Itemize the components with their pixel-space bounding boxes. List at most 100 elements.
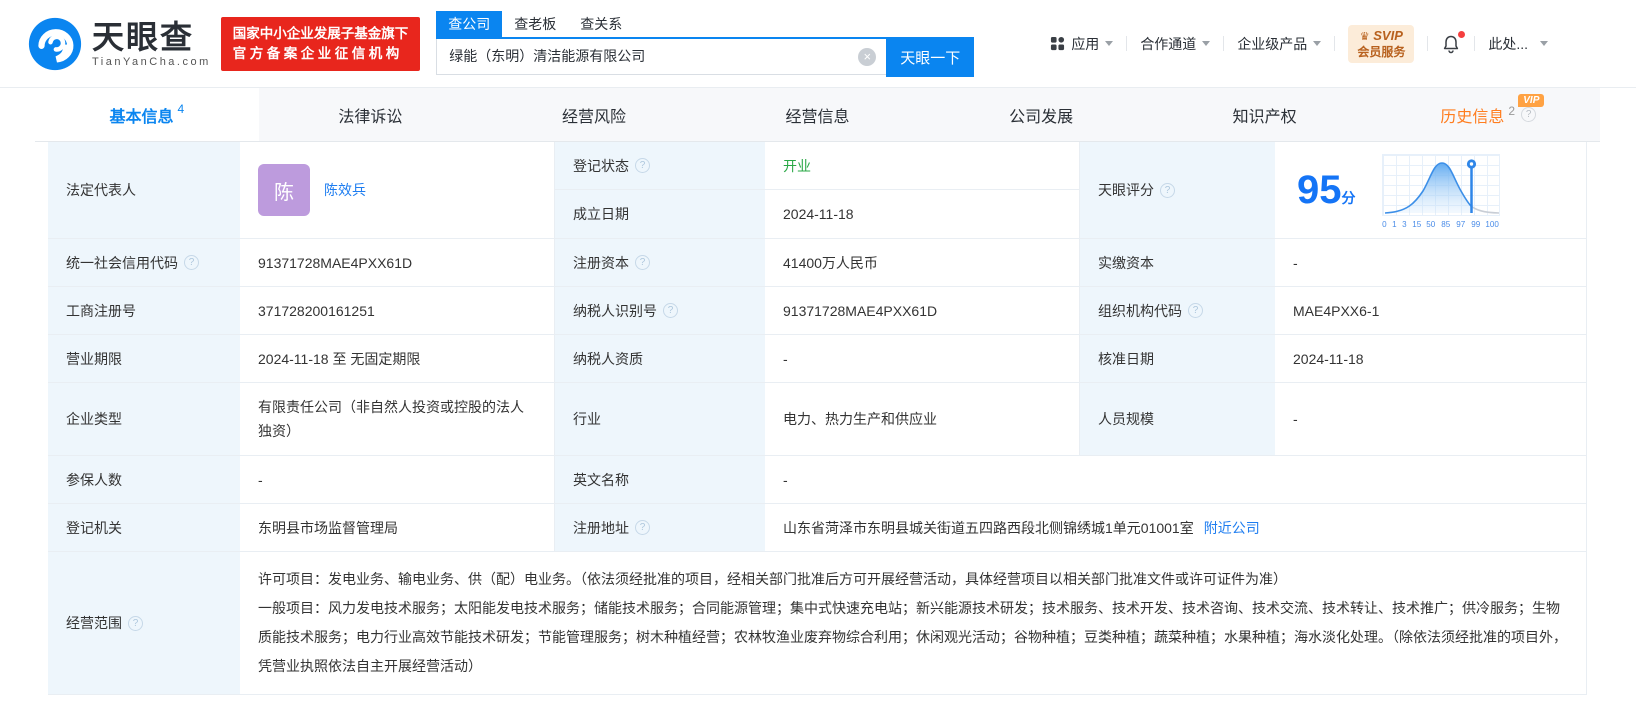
menu-divider	[1334, 36, 1336, 51]
field-label-business-term: 营业期限	[48, 335, 240, 383]
search-tab-company[interactable]: 查公司	[436, 10, 503, 37]
field-value-establishment-date: 2024-11-18	[765, 190, 1080, 239]
field-value-tianyan-score: 95分 0 1 3 15 50 85 97 99 100	[1275, 142, 1586, 239]
field-label-legal-representative: 法定代表人	[48, 142, 240, 239]
field-label-registration-status: 登记状态	[555, 142, 765, 190]
menu-enterprise-products[interactable]: 企业级产品	[1237, 34, 1322, 54]
chevron-down-icon	[1540, 41, 1548, 46]
notification-dot	[1458, 30, 1466, 38]
help-icon[interactable]	[1160, 182, 1175, 198]
section-tabs: 基本信息 4 法律诉讼 经营风险 经营信息 公司发展 知识产权 VIP 历史信息 …	[35, 88, 1600, 142]
tab-operational-risk[interactable]: 经营风险	[482, 88, 706, 141]
help-icon[interactable]	[1521, 107, 1537, 122]
chevron-down-icon	[1313, 41, 1322, 46]
field-value-insured-count: -	[240, 456, 555, 504]
field-label-insured-count: 参保人数	[48, 456, 240, 504]
menu-cooperation[interactable]: 合作通道	[1140, 34, 1211, 54]
score-chart-axis: 0 1 3 15 50 85 97 99 100	[1381, 218, 1500, 229]
menu-divider	[1223, 36, 1225, 51]
apps-grid-icon	[1050, 36, 1065, 51]
field-value-approval-date: 2024-11-18	[1275, 335, 1586, 383]
field-value-english-name: -	[765, 456, 1586, 504]
legal-rep-avatar[interactable]: 陈	[258, 164, 310, 216]
field-label-registration-number: 工商注册号	[48, 287, 240, 335]
search-block: 查公司 查老板 查关系 × 天眼一下	[436, 10, 975, 77]
search-tab-boss[interactable]: 查老板	[502, 11, 568, 37]
help-icon[interactable]	[1188, 303, 1203, 318]
field-value-registration-authority: 东明县市场监督管理局	[240, 504, 555, 552]
tab-basic-info[interactable]: 基本信息 4	[35, 88, 259, 141]
help-icon[interactable]	[128, 615, 143, 631]
tab-legal-proceedings[interactable]: 法律诉讼	[259, 88, 483, 141]
field-value-credit-code: 91371728MAE4PXX61D	[240, 239, 555, 287]
tab-count: 2	[1508, 103, 1516, 118]
field-value-registration-status: 开业	[765, 142, 1080, 190]
field-value-registered-address: 山东省菏泽市东明县城关街道五四路西段北侧锦绣城1单元01001室 附近公司	[765, 504, 1586, 552]
help-icon[interactable]	[663, 303, 678, 318]
nearby-companies-link[interactable]: 附近公司	[1204, 518, 1260, 538]
search-tabs: 查公司 查老板 查关系	[436, 10, 974, 37]
menu-divider	[1474, 36, 1476, 51]
field-value-business-scope: 许可项目：发电业务、输电业务、供（配）电业务。（依法须经批准的项目，经相关部门批…	[240, 552, 1586, 695]
tab-company-development[interactable]: 公司发展	[929, 88, 1153, 141]
clear-search-icon[interactable]: ×	[858, 47, 877, 66]
field-label-english-name: 英文名称	[555, 456, 765, 504]
field-label-registered-address: 注册地址	[555, 504, 765, 552]
tab-intellectual-property[interactable]: 知识产权	[1153, 88, 1377, 141]
help-icon[interactable]	[635, 255, 650, 270]
score-unit: 分	[1341, 190, 1356, 206]
field-label-paid-in-capital: 实缴资本	[1080, 239, 1275, 287]
score-distribution-chart[interactable]: 0 1 3 15 50 85 97 99 100	[1381, 153, 1500, 229]
field-value-business-term: 2024-11-18 至 无固定期限	[240, 335, 555, 383]
search-input[interactable]	[436, 38, 887, 75]
notifications-bell-icon[interactable]	[1441, 30, 1466, 54]
field-label-registration-authority: 登记机关	[48, 504, 240, 552]
field-value-paid-in-capital: -	[1275, 239, 1586, 287]
field-value-legal-representative: 陈 陈效兵	[240, 142, 555, 239]
vip-badge: VIP	[1518, 94, 1545, 107]
menu-user-more[interactable]: 此处...	[1488, 34, 1548, 54]
field-value-registered-capital: 41400万人民币	[765, 239, 1080, 287]
menu-divider	[1427, 36, 1429, 51]
top-menu: 应用 合作通道 企业级产品 ♛ SVIP 会员服务 此处...	[1050, 24, 1548, 63]
certification-line1: 国家中小企业发展子基金旗下	[232, 25, 409, 41]
score-value: 95	[1297, 168, 1342, 212]
field-value-company-type: 有限责任公司（非自然人投资或控股的法人独资）	[240, 383, 555, 456]
tab-count: 4	[177, 101, 185, 116]
tianyancha-logo[interactable]: 天眼查 TianYanCha.com	[28, 17, 211, 71]
brand-domain: TianYanCha.com	[92, 55, 211, 68]
help-icon[interactable]	[635, 520, 650, 535]
field-label-business-scope: 经营范围	[48, 552, 240, 695]
field-value-taxpayer-qualification: -	[765, 335, 1080, 383]
help-icon[interactable]	[184, 255, 199, 270]
field-label-taxpayer-id: 纳税人识别号	[555, 287, 765, 335]
field-label-establishment-date: 成立日期	[555, 190, 765, 239]
brand-name: 天眼查	[92, 18, 195, 55]
legal-rep-name-link[interactable]: 陈效兵	[324, 180, 366, 200]
chevron-down-icon	[1105, 41, 1114, 46]
help-icon[interactable]	[635, 158, 650, 173]
field-label-registered-capital: 注册资本	[555, 239, 765, 287]
tab-history-info[interactable]: VIP 历史信息 2	[1376, 88, 1600, 141]
field-label-company-type: 企业类型	[48, 383, 240, 456]
field-label-taxpayer-qualification: 纳税人资质	[555, 335, 765, 383]
search-button[interactable]: 天眼一下	[886, 38, 975, 77]
certification-line2: 官方备案企业征信机构	[232, 45, 403, 61]
menu-divider	[1126, 36, 1128, 51]
field-label-approval-date: 核准日期	[1080, 335, 1275, 383]
field-label-tianyan-score: 天眼评分	[1080, 142, 1275, 239]
tianyancha-logo-icon	[28, 17, 82, 71]
basic-info-table: 法定代表人 陈 陈效兵 登记状态 开业 成立日期 2024-11-18 天眼评分	[35, 142, 1600, 695]
field-value-organization-code: MAE4PXX6-1	[1275, 287, 1586, 335]
field-label-credit-code: 统一社会信用代码	[48, 239, 240, 287]
svip-member-badge[interactable]: ♛ SVIP 会员服务	[1348, 24, 1415, 63]
field-value-registration-number: 371728200161251	[240, 287, 555, 335]
menu-apps[interactable]: 应用	[1050, 34, 1114, 54]
field-label-staff-size: 人员规模	[1080, 383, 1275, 456]
tab-business-info[interactable]: 经营信息	[706, 88, 930, 141]
field-value-industry: 电力、热力生产和供应业	[765, 383, 1080, 456]
search-tab-relation[interactable]: 查关系	[568, 11, 634, 37]
chevron-down-icon	[1202, 41, 1211, 46]
field-value-staff-size: -	[1275, 383, 1586, 456]
field-value-taxpayer-id: 91371728MAE4PXX61D	[765, 287, 1080, 335]
